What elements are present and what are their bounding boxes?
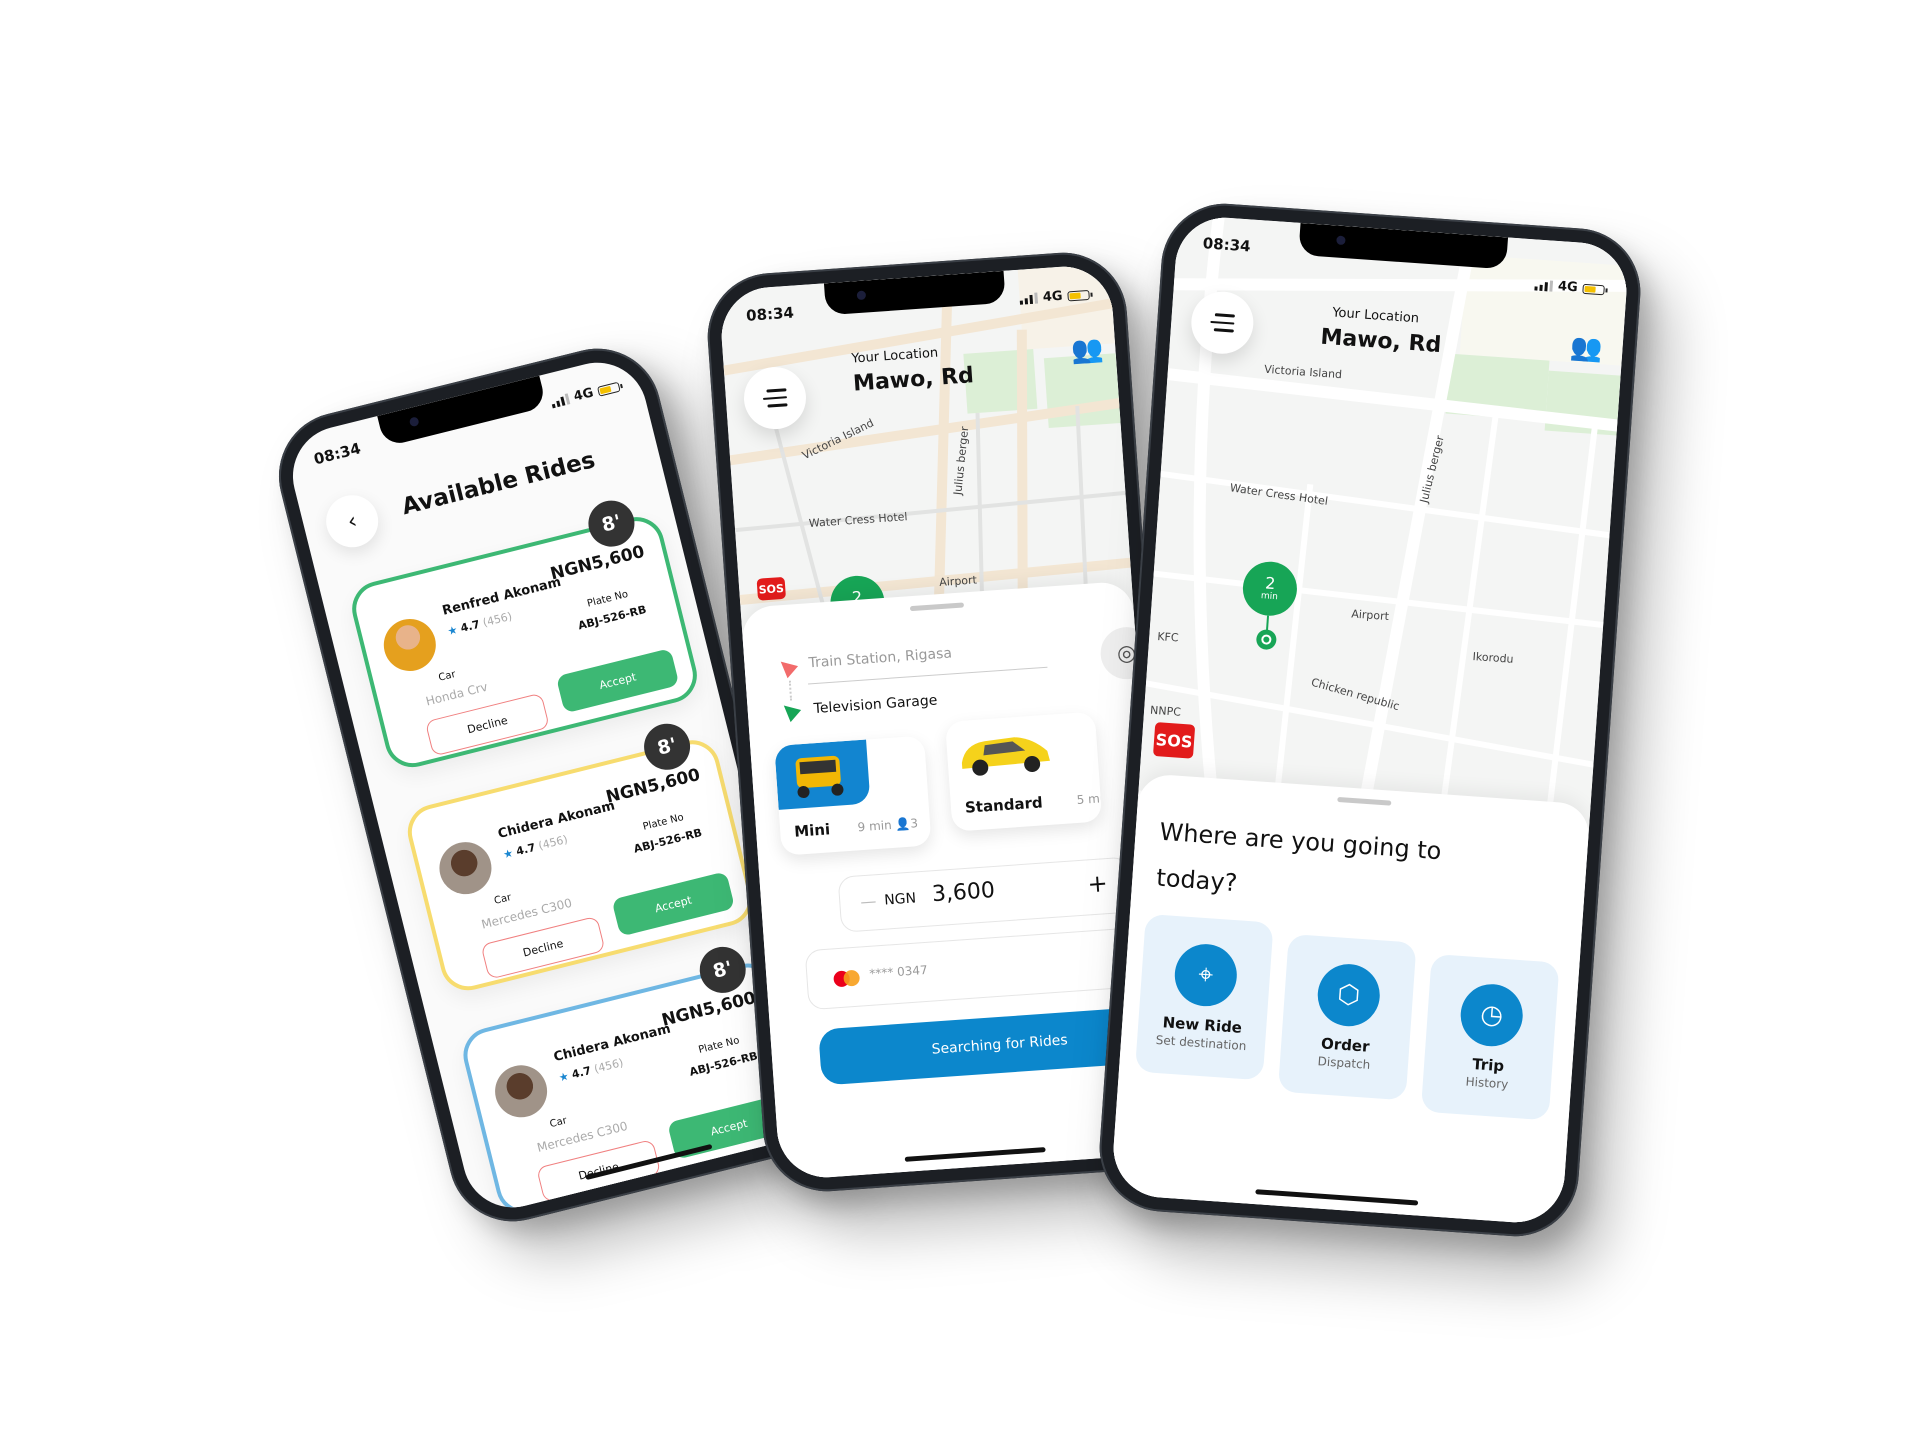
network-label: 4G <box>1042 288 1064 306</box>
battery-icon <box>596 381 621 397</box>
origin-input[interactable]: Train Station, Rigasa <box>808 645 952 671</box>
avatar <box>489 1059 553 1123</box>
add-user-icon[interactable]: 👥 <box>1070 334 1104 366</box>
sos-button[interactable]: SOS <box>1152 722 1196 759</box>
crosshair-icon: ⌖ <box>1172 942 1239 1009</box>
eta-badge: 8' <box>694 942 751 998</box>
status-time: 08:34 <box>311 439 363 469</box>
network-label: 4G <box>572 385 596 405</box>
package-icon: ⬡ <box>1315 962 1382 1029</box>
star-icon: ★ <box>501 846 515 862</box>
car-label: Car <box>437 668 457 684</box>
trip-history-button[interactable]: ◷ Trip History <box>1420 953 1560 1121</box>
car-model: Honda Crv <box>424 679 490 709</box>
ride-option-name: Standard <box>964 793 1044 817</box>
person-icon: 👤 <box>894 816 911 832</box>
chevron-left-icon: ‹ <box>344 508 360 535</box>
ride-option-meta: 9 min 👤3 <box>857 816 919 835</box>
new-ride-button[interactable]: ⌖ New Ride Set destination <box>1134 913 1274 1081</box>
eta-badge: 8' <box>583 495 640 552</box>
ride-option-name: Mini <box>793 820 831 841</box>
accept-button[interactable]: Accept <box>611 871 736 937</box>
fare-amount: 3,600 <box>931 877 996 908</box>
destination-arrow-icon <box>778 699 802 723</box>
destination-prompt: Where are you going to today? <box>1155 817 1443 898</box>
battery-icon <box>1067 289 1090 301</box>
ride-option-mini[interactable]: Mini 9 min 👤3 <box>774 735 932 856</box>
car-label: Car <box>548 1115 569 1131</box>
route-dots <box>788 680 795 701</box>
map-label: Airport <box>1350 607 1390 624</box>
screen: Victoria Island Water Cress Hotel Julius… <box>718 263 1172 1181</box>
signal-icon <box>1020 292 1039 305</box>
increase-fare-button[interactable]: + <box>1087 869 1109 898</box>
car-icon <box>961 737 1050 776</box>
ride-option-meta: 5 min <box>1076 790 1103 807</box>
ride-option-standard[interactable]: Standard 5 min <box>945 711 1103 832</box>
map-label: NNPC <box>1149 703 1182 719</box>
order-dispatch-button[interactable]: ⬡ Order Dispatch <box>1277 933 1417 1101</box>
signal-icon <box>550 393 571 409</box>
status-time: 08:34 <box>745 303 795 325</box>
car-label: Car <box>493 892 513 907</box>
phone-home: Victoria Island Water Cress Hotel Julius… <box>1095 199 1645 1241</box>
sheet-grabber[interactable] <box>909 602 965 612</box>
mastercard-icon <box>833 969 862 988</box>
add-user-icon[interactable]: 👥 <box>1569 332 1603 364</box>
sheet-grabber[interactable] <box>1337 796 1392 806</box>
map-label: Airport <box>938 573 978 590</box>
plate-label: Plate No <box>641 812 685 833</box>
status-time: 08:34 <box>1202 234 1252 256</box>
network-label: 4G <box>1557 279 1579 296</box>
tricycle-icon <box>795 755 844 799</box>
clock-icon: ◷ <box>1458 982 1525 1049</box>
status-icons: 4G <box>550 379 621 410</box>
ride-price: NGN5,600 <box>604 764 703 808</box>
accept-button[interactable]: Accept <box>555 648 680 714</box>
star-icon: ★ <box>446 623 459 639</box>
map-label: KFC <box>1156 629 1179 645</box>
plate-label: Plate No <box>586 588 630 610</box>
origin-arrow-icon <box>775 655 799 679</box>
sos-button[interactable]: SOS <box>756 576 787 601</box>
back-button[interactable]: ‹ <box>320 489 384 553</box>
ride-price: NGN5,600 <box>548 541 647 585</box>
menu-icon <box>1214 313 1235 318</box>
star-icon: ★ <box>557 1069 571 1085</box>
notch <box>377 375 547 448</box>
decrease-fare-button[interactable]: — <box>860 891 877 911</box>
battery-icon <box>1582 283 1605 295</box>
ride-price: NGN5,600 <box>659 988 758 1031</box>
destination-input[interactable]: Television Garage <box>813 693 938 718</box>
plate-label: Plate No <box>697 1035 741 1056</box>
avatar <box>378 613 442 677</box>
home-sheet: Where are you going to today? ⌖ New Ride… <box>1110 773 1591 1226</box>
fare-currency: NGN <box>883 890 917 909</box>
card-number: **** 0347 <box>868 962 929 981</box>
eta-badge: 8' <box>639 718 695 775</box>
map-label: Ikorodu <box>1472 650 1514 666</box>
signal-icon <box>1534 279 1554 292</box>
fare-stepper[interactable]: — NGN 3,600 + <box>837 856 1133 933</box>
avatar <box>433 836 497 900</box>
menu-icon <box>766 388 787 393</box>
page-title: Available Rides <box>399 447 598 521</box>
screen: Victoria Island Water Cress Hotel Julius… <box>1110 214 1630 1226</box>
divider <box>807 666 1048 685</box>
